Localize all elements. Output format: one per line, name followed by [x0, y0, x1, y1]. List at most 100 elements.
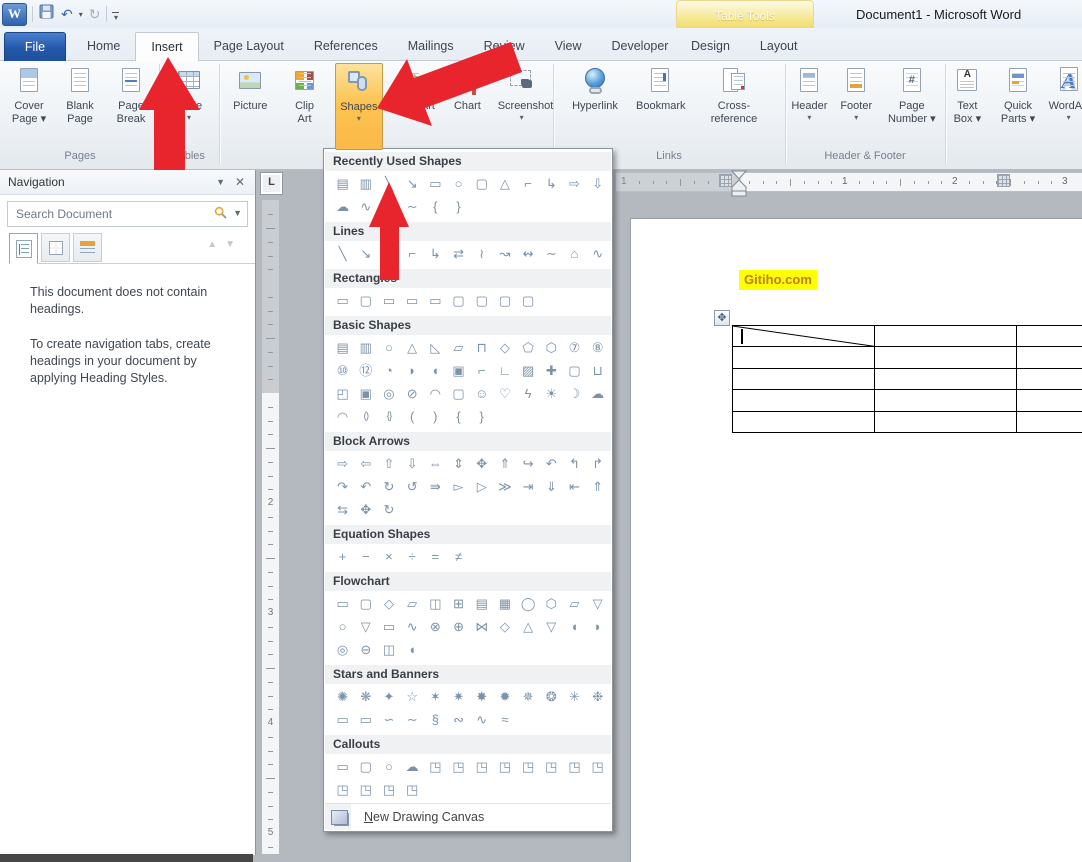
shape-rounded-rectangular-callout[interactable]: ▢ — [354, 756, 377, 779]
shape-vertical-text-box[interactable]: ▥ — [354, 337, 377, 360]
shape-multidocument[interactable]: ▦ — [493, 593, 516, 616]
shape-up-arrow-callout[interactable]: ⇑ — [586, 476, 609, 499]
tab-design[interactable]: Design — [676, 32, 745, 61]
shape-process[interactable]: ▭ — [331, 593, 354, 616]
shape-cube[interactable]: ◰ — [331, 383, 354, 406]
shape-double-bracket[interactable]: () — [354, 406, 377, 429]
shape-right-triangle[interactable]: ◺ — [424, 337, 447, 360]
shape-snip-same-side-corner-rectangle[interactable]: ▭ — [401, 290, 424, 313]
shape-right-brace[interactable]: } — [470, 406, 493, 429]
shape-quad-arrow-callout[interactable]: ✥ — [354, 499, 377, 522]
shape-double-brace[interactable]: {} — [377, 406, 400, 429]
picture-button[interactable]: Picture — [226, 63, 274, 147]
shape-snip-diagonal-corner-rectangle[interactable]: ▭ — [424, 290, 447, 313]
table-column-marker[interactable] — [997, 174, 1010, 187]
shape-snip-single-corner-rectangle[interactable]: ▭ — [377, 290, 400, 313]
shape-star-5-point[interactable]: ☆ — [401, 686, 424, 709]
nav-tab-browse-headings[interactable] — [9, 233, 38, 264]
shape-folded-corner[interactable]: ▢ — [447, 383, 470, 406]
shape-double-wave[interactable]: ≈ — [493, 709, 516, 732]
shape-manual-input[interactable]: ▱ — [563, 593, 586, 616]
shape-arrow[interactable]: ↘ — [354, 243, 377, 266]
shape-elbow-connector[interactable]: ⌐ — [401, 243, 424, 266]
shape-round-diagonal-corner-rectangle[interactable]: ▢ — [517, 290, 540, 313]
tab-layout[interactable]: Layout — [745, 32, 813, 61]
shape-delay[interactable]: ◗ — [586, 616, 609, 639]
tab-developer[interactable]: Developer — [596, 32, 683, 61]
shape-horizontal-scroll[interactable]: ∾ — [447, 709, 470, 732]
shape-cross[interactable]: ✚ — [540, 360, 563, 383]
shape-sun[interactable]: ☀ — [540, 383, 563, 406]
nav-tab-browse-pages[interactable] — [41, 233, 70, 262]
shape-notched-right-arrow[interactable]: ▻ — [447, 476, 470, 499]
shape-star-4-point[interactable]: ✦ — [377, 686, 400, 709]
table-cell[interactable] — [733, 411, 876, 433]
shape-decagon[interactable]: ⑩ — [331, 360, 354, 383]
table-cell[interactable] — [1017, 347, 1082, 369]
shape-down-arrow[interactable]: ⇩ — [401, 453, 424, 476]
shape-elbow-connector[interactable]: ⌐ — [517, 173, 540, 196]
shape-manual-operation[interactable]: ▽ — [586, 593, 609, 616]
shape-freeform[interactable]: ⌂ — [563, 243, 586, 266]
tab-mailings[interactable]: Mailings — [393, 32, 469, 61]
table-move-handle[interactable]: ✥ — [714, 310, 730, 326]
search-box[interactable]: ▼ — [7, 201, 248, 227]
shape-division[interactable]: ÷ — [401, 546, 424, 569]
shape-bent-up-arrow[interactable]: ↱ — [586, 453, 609, 476]
shape-line-callout-3-accent-bar[interactable]: ◳ — [540, 756, 563, 779]
shape-scribble[interactable]: ∿ — [354, 196, 377, 219]
shape-star-10-point[interactable]: ✹ — [493, 686, 516, 709]
smartart-button[interactable]: SmartArt — [389, 63, 437, 147]
shape-cloud[interactable]: ☁ — [586, 383, 609, 406]
shape-star-7-point[interactable]: ✷ — [447, 686, 470, 709]
previous-next-heading-icons[interactable]: ▲▼ — [207, 239, 243, 250]
shape-pie[interactable]: ◔ — [377, 360, 400, 383]
shape-arc[interactable]: ◠ — [377, 196, 400, 219]
page-number-button[interactable]: PageNumber ▾ — [880, 63, 944, 147]
customize-qat-icon[interactable]: ▾ — [112, 9, 120, 21]
shape-circular-arrow[interactable]: ↻ — [377, 499, 400, 522]
shape-round-single-corner-rectangle[interactable]: ▢ — [470, 290, 493, 313]
navigation-options-dropdown-icon[interactable]: ▼ — [216, 170, 225, 194]
shape-terminator[interactable]: ◯ — [517, 593, 540, 616]
blank-page-button[interactable]: Blank Page — [56, 63, 104, 147]
table-cell[interactable] — [875, 326, 1018, 348]
table-cell[interactable] — [875, 347, 1018, 369]
shape-rectangle[interactable]: ▭ — [331, 290, 354, 313]
shape-right-brace[interactable]: } — [447, 196, 470, 219]
bookmark-button[interactable]: Bookmark — [636, 63, 686, 147]
shape-down-arrow-callout[interactable]: ⇓ — [540, 476, 563, 499]
shape-lightning-bolt[interactable]: ϟ — [517, 383, 540, 406]
shape-alternate-process[interactable]: ▢ — [354, 593, 377, 616]
table-button[interactable]: Table ▾ — [165, 63, 213, 147]
table-cell[interactable] — [875, 368, 1018, 391]
shape-plaque[interactable]: ▢ — [563, 360, 586, 383]
shape-striped-right-arrow[interactable]: ⇛ — [424, 476, 447, 499]
shape-bevel[interactable]: ▣ — [354, 383, 377, 406]
shape-right-arrow-callout[interactable]: ⇥ — [517, 476, 540, 499]
shape-explosion-2[interactable]: ❋ — [354, 686, 377, 709]
shape-curved-double-arrow-connector[interactable]: ↭ — [517, 243, 540, 266]
header-button[interactable]: Header ▾ — [786, 63, 833, 147]
nav-tab-browse-results[interactable] — [73, 233, 102, 262]
shape-chord[interactable]: ◖ — [424, 360, 447, 383]
shape-half-frame[interactable]: ⌐ — [470, 360, 493, 383]
shape-elbow-arrow-connector[interactable]: ↳ — [424, 243, 447, 266]
shape-curved-connector[interactable]: ≀ — [470, 243, 493, 266]
shape-round-same-side-corner-rectangle[interactable]: ▢ — [493, 290, 516, 313]
document-page[interactable] — [630, 218, 1082, 862]
shape-u-turn-arrow[interactable]: ↶ — [540, 453, 563, 476]
shape-snip-and-round-single-corner-rectangle[interactable]: ▢ — [447, 290, 470, 313]
shape-internal-storage[interactable]: ⊞ — [447, 593, 470, 616]
table-cell[interactable] — [733, 326, 876, 348]
shape-pentagon[interactable]: ▷ — [470, 476, 493, 499]
shape-line-callout-1[interactable]: ◳ — [424, 756, 447, 779]
shape-line-callout-2-no-border[interactable]: ◳ — [586, 756, 609, 779]
shape-curve[interactable]: ∼ — [540, 243, 563, 266]
shape-rounded-rectangle[interactable]: ▢ — [354, 290, 377, 313]
shape-left-arrow-callout[interactable]: ⇤ — [563, 476, 586, 499]
shape-rectangle[interactable]: ▭ — [424, 173, 447, 196]
shape-wave[interactable]: ∿ — [470, 709, 493, 732]
new-drawing-canvas-item[interactable]: New Drawing Canvas — [325, 803, 611, 830]
shape-isosceles-triangle[interactable]: △ — [493, 173, 516, 196]
